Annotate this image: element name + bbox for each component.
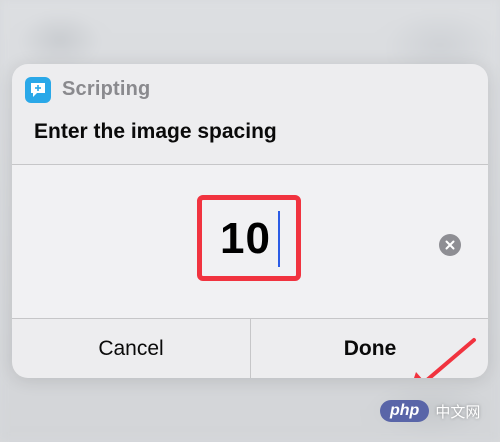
annotation-arrow-icon bbox=[414, 338, 476, 378]
clear-text-icon[interactable] bbox=[439, 234, 461, 256]
dialog-header: Scripting Enter the image spacing bbox=[12, 64, 488, 164]
cancel-button[interactable]: Cancel bbox=[12, 319, 250, 378]
scripting-app-icon bbox=[25, 77, 51, 103]
site-watermark: php 中文网 bbox=[380, 398, 492, 424]
input-value[interactable]: 10 bbox=[220, 215, 271, 263]
watermark-badge: php bbox=[380, 400, 430, 422]
watermark-text: 中文网 bbox=[435, 403, 481, 421]
text-caret bbox=[278, 211, 280, 267]
app-name: Scripting bbox=[62, 78, 151, 100]
input-dialog: Scripting Enter the image spacing 10 Can… bbox=[12, 64, 488, 378]
text-input-field[interactable]: 10 bbox=[12, 165, 488, 318]
dialog-prompt: Enter the image spacing bbox=[34, 120, 277, 143]
